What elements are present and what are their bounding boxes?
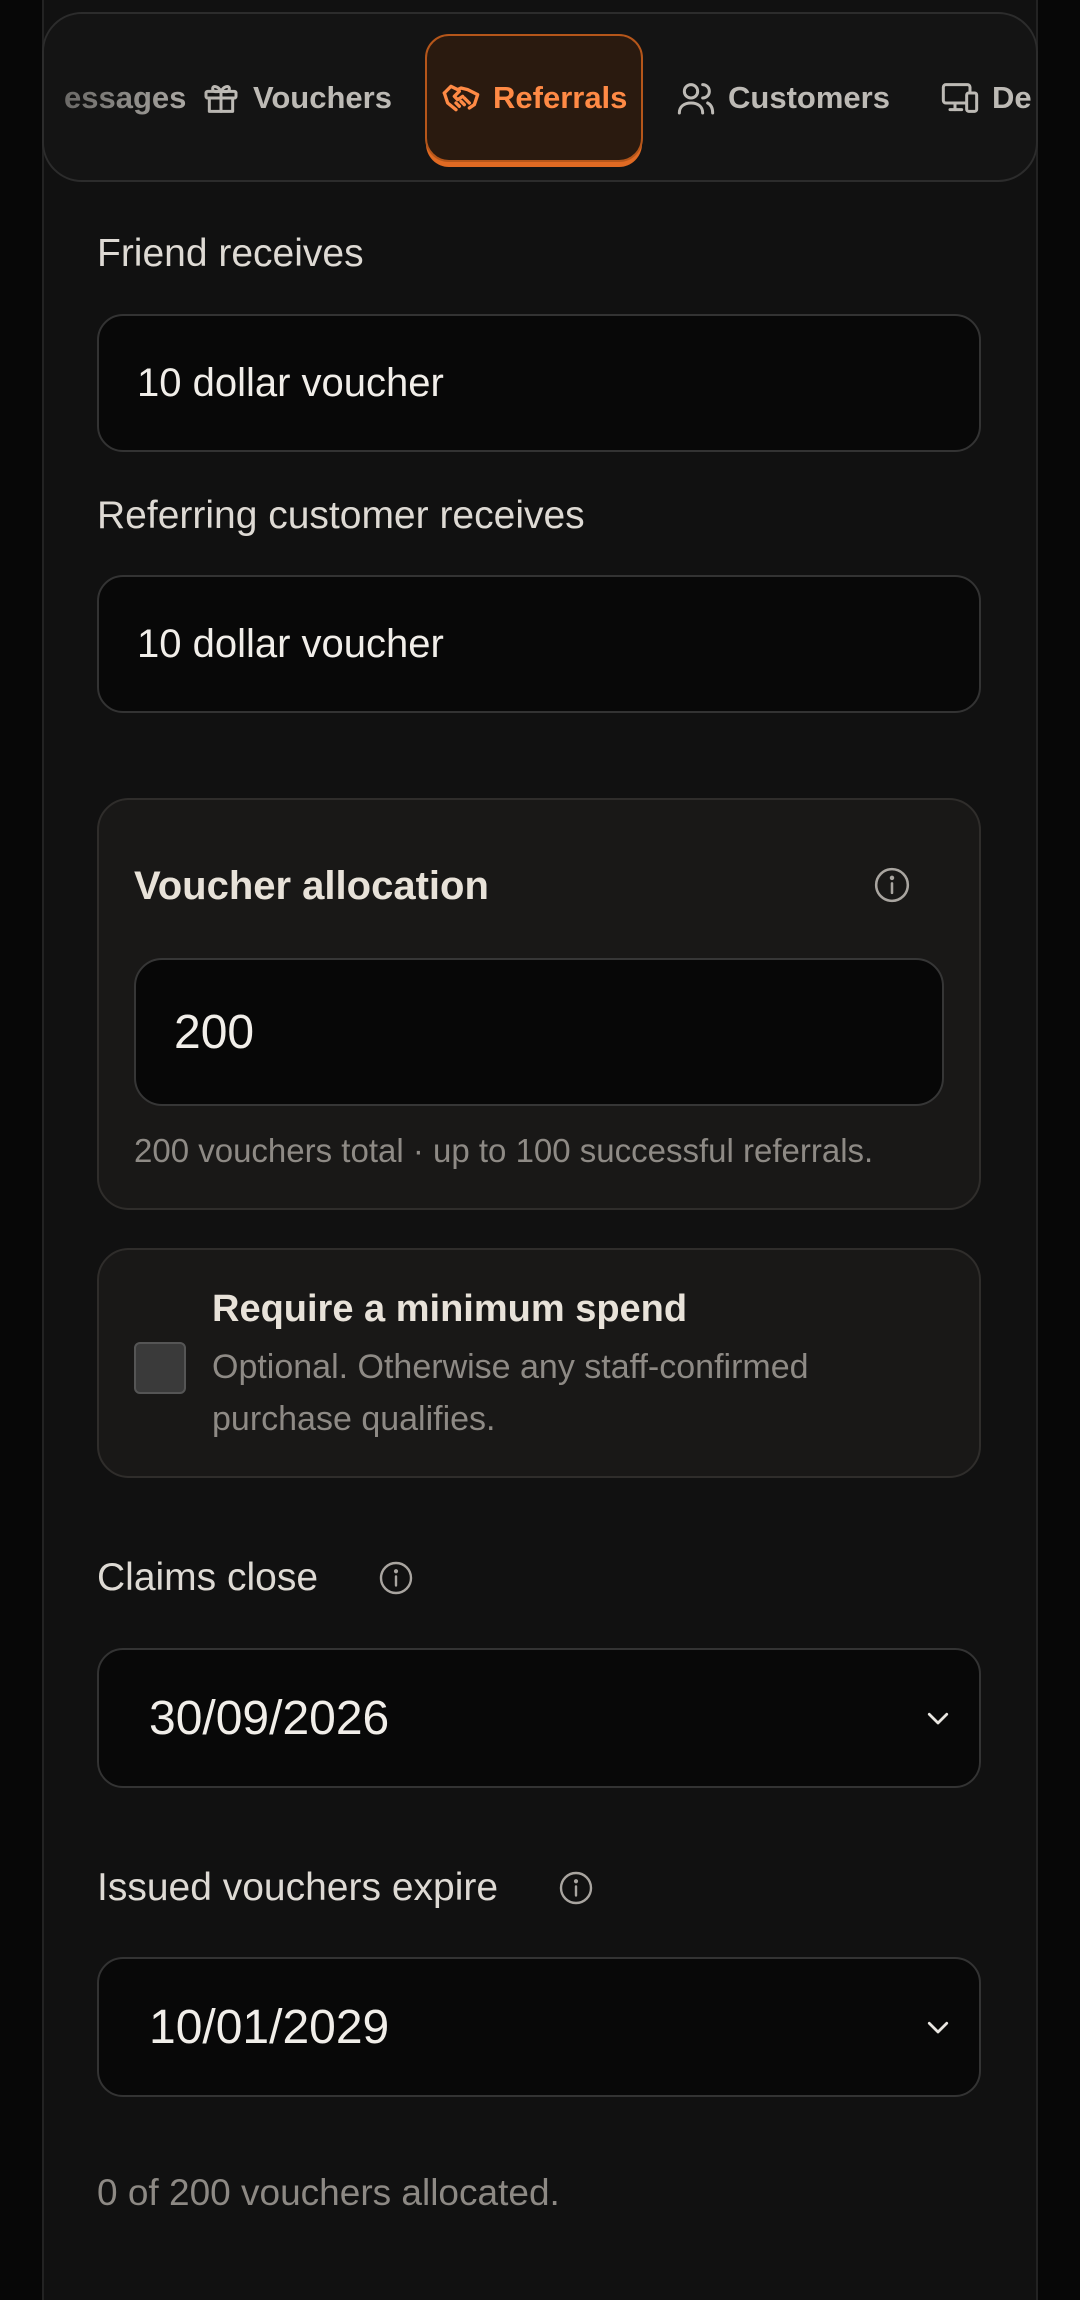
vouchers-expire-label: Issued vouchers expire — [97, 1866, 594, 1910]
minimum-spend-help-line1: Optional. Otherwise any staff-confirmed — [212, 1348, 809, 1386]
info-icon[interactable] — [873, 866, 911, 904]
minimum-spend-checkbox[interactable] — [134, 1342, 186, 1394]
tab-bar: essages Vouchers Referrals Customers De — [42, 12, 1038, 182]
tab-label: Referrals — [493, 80, 628, 115]
referrer-receives-value: 10 dollar voucher — [137, 621, 444, 666]
tab-label: Vouchers — [253, 80, 392, 115]
allocation-status: 0 of 200 vouchers allocated. — [97, 2172, 560, 2213]
tab-devices[interactable]: De — [940, 34, 1032, 162]
voucher-allocation-title: Voucher allocation — [134, 864, 489, 908]
minimum-spend-help-line2: purchase qualifies. — [212, 1400, 496, 1438]
voucher-allocation-input[interactable]: 200 — [134, 958, 944, 1106]
tab-messages[interactable]: essages — [64, 34, 186, 162]
devices-icon — [941, 83, 979, 113]
tab-vouchers[interactable]: Vouchers — [201, 34, 392, 162]
friend-receives-value: 10 dollar voucher — [137, 360, 444, 405]
vouchers-expire-text: Issued vouchers expire — [97, 1866, 499, 1909]
tab-label: Customers — [728, 80, 890, 115]
friend-receives-label: Friend receives — [97, 232, 364, 275]
voucher-allocation-help: 200 vouchers total · up to 100 successfu… — [134, 1132, 874, 1169]
minimum-spend-card: Require a minimum spend Optional. Otherw… — [97, 1248, 981, 1478]
voucher-allocation-card: Voucher allocation 200 200 vouchers tota… — [97, 798, 981, 1210]
claims-close-label: Claims close — [97, 1556, 414, 1600]
chevron-down-icon — [927, 2021, 949, 2034]
referrer-receives-field[interactable]: 10 dollar voucher — [97, 575, 981, 713]
info-icon[interactable] — [378, 1560, 414, 1596]
users-icon — [677, 83, 715, 115]
voucher-allocation-value: 200 — [174, 1005, 255, 1059]
tab-referrals[interactable]: Referrals — [425, 34, 644, 162]
referrer-receives-label: Referring customer receives — [97, 494, 585, 537]
claims-close-text: Claims close — [97, 1556, 319, 1599]
friend-receives-field[interactable]: 10 dollar voucher — [97, 314, 981, 452]
vouchers-expire-select[interactable]: 10/01/2029 — [97, 1957, 981, 2097]
handshake-icon — [442, 84, 480, 112]
tab-label: essages — [64, 80, 187, 115]
tab-customers[interactable]: Customers — [676, 34, 890, 162]
minimum-spend-title: Require a minimum spend — [212, 1288, 688, 1330]
tab-label: De — [992, 80, 1032, 115]
gift-icon — [204, 84, 238, 113]
claims-close-select[interactable]: 30/09/2026 — [97, 1648, 981, 1788]
chevron-down-icon — [927, 1712, 949, 1725]
claims-close-value: 30/09/2026 — [149, 1691, 390, 1745]
info-icon[interactable] — [558, 1870, 594, 1906]
vouchers-expire-value: 10/01/2029 — [149, 2000, 390, 2054]
